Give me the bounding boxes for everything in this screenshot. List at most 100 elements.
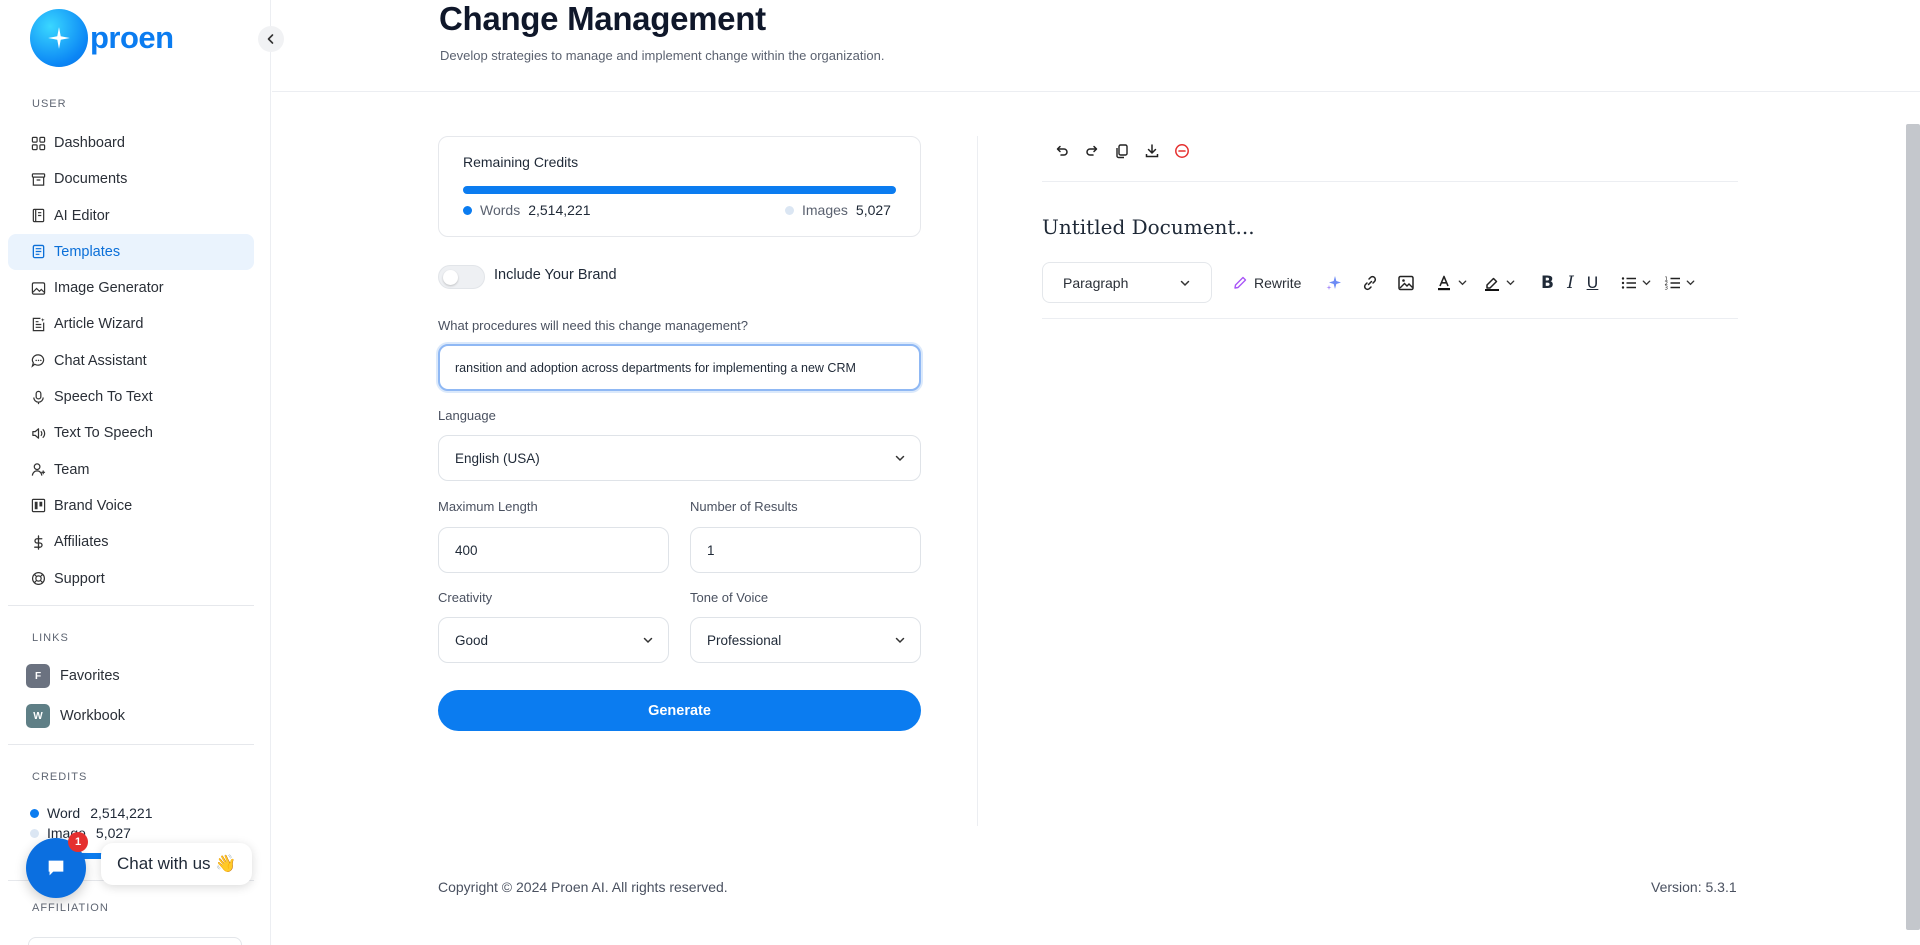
section-label-credits: CREDITS: [32, 771, 88, 783]
footer-version: Version: 5.3.1: [1651, 879, 1737, 895]
bullet-list-icon[interactable]: [1619, 271, 1639, 295]
sidebar-item-affiliates[interactable]: Affiliates: [8, 524, 254, 560]
max-length-label: Maximum Length: [438, 499, 538, 514]
credit-word-row: Word 2,514,221: [30, 805, 153, 821]
link-icon[interactable]: [1359, 271, 1381, 295]
procedures-label: What procedures will need this change ma…: [438, 318, 749, 333]
sidebar-item-dashboard[interactable]: Dashboard: [8, 125, 254, 161]
paragraph-style-value: Paragraph: [1063, 274, 1129, 291]
user-plus-icon: [30, 462, 46, 478]
delete-icon[interactable]: [1167, 140, 1197, 162]
language-select[interactable]: English (USA): [438, 435, 921, 481]
chevron-down-icon[interactable]: [1503, 271, 1517, 295]
images-label: Images: [802, 202, 848, 218]
sidebar-item-documents[interactable]: Documents: [8, 161, 254, 197]
sidebar-item-label: Templates: [54, 243, 121, 260]
chat-with-us-bubble[interactable]: Chat with us 👋: [101, 843, 253, 885]
max-length-input[interactable]: 400: [438, 527, 669, 573]
link-workbook[interactable]: W Workbook: [26, 704, 125, 728]
copy-icon[interactable]: [1107, 140, 1137, 162]
pencil-icon: [1234, 276, 1247, 289]
credits-card-title: Remaining Credits: [463, 154, 579, 170]
bold-icon[interactable]: B: [1537, 271, 1557, 295]
num-results-input[interactable]: 1: [690, 527, 921, 573]
sidebar-item-label: Documents: [54, 171, 128, 188]
chevron-down-icon[interactable]: [1455, 271, 1469, 295]
paragraph-style-select[interactable]: Paragraph: [1042, 262, 1212, 303]
remaining-credits-card: Remaining Credits Words 2,514,221 Images…: [438, 136, 921, 237]
text-color-icon[interactable]: [1433, 271, 1455, 295]
sidebar-item-label: Affiliates: [54, 534, 109, 551]
document-title[interactable]: Untitled Document...: [1042, 215, 1255, 239]
images-value: 5,027: [855, 202, 891, 218]
generate-button[interactable]: Generate: [438, 690, 921, 731]
sidebar-item-ai-editor[interactable]: AI Editor: [8, 198, 254, 234]
columns-icon: [30, 498, 46, 514]
footer-copyright: Copyright © 2024 Proen AI. All rights re…: [438, 879, 728, 895]
section-label-user: USER: [32, 98, 67, 110]
page-scrollbar[interactable]: [1906, 124, 1920, 930]
chevron-down-icon: [643, 637, 653, 644]
lifebuoy-icon: [30, 571, 46, 587]
collapse-sidebar-button[interactable]: [258, 26, 284, 52]
chevron-down-icon[interactable]: [1683, 271, 1697, 295]
rewrite-button[interactable]: Rewrite: [1232, 275, 1301, 291]
editor-divider: [1042, 318, 1738, 319]
sparkle-logo-icon: [30, 9, 88, 67]
workbook-badge: W: [26, 704, 50, 728]
ai-sparkle-icon[interactable]: [1323, 271, 1345, 295]
num-results-label: Number of Results: [690, 499, 798, 514]
book-icon: [30, 208, 46, 224]
sidebar-item-templates[interactable]: Templates: [8, 233, 254, 270]
creativity-value: Good: [455, 632, 489, 648]
sidebar-item-text-to-speech[interactable]: Text To Speech: [8, 415, 254, 451]
creativity-select[interactable]: Good: [438, 617, 669, 663]
link-favorites[interactable]: F Favorites: [26, 664, 120, 688]
format-toolbar: Paragraph Rewrite B I U 123: [1042, 262, 1697, 303]
grid-icon: [30, 135, 46, 151]
numbered-list-icon[interactable]: 123: [1663, 271, 1683, 295]
divider: [8, 744, 254, 745]
image-icon[interactable]: [1395, 271, 1417, 295]
undo-icon[interactable]: [1047, 140, 1077, 162]
page-subtitle: Develop strategies to manage and impleme…: [440, 48, 885, 63]
sidebar-item-label: AI Editor: [54, 207, 110, 224]
sidebar-item-brand-voice[interactable]: Brand Voice: [8, 488, 254, 524]
highlight-icon[interactable]: [1481, 271, 1503, 295]
include-brand-label: Include Your Brand: [494, 267, 617, 283]
chevron-down-icon: [895, 637, 905, 644]
chevron-down-icon[interactable]: [1639, 271, 1653, 295]
sidebar-item-label: Text To Speech: [54, 425, 153, 442]
download-icon[interactable]: [1137, 140, 1167, 162]
image-dot: [30, 828, 39, 838]
archive-icon: [30, 171, 46, 187]
procedures-input[interactable]: ransition and adoption across department…: [438, 344, 921, 391]
sidebar-item-label: Support: [54, 570, 105, 587]
tone-select[interactable]: Professional: [690, 617, 921, 663]
sidebar-item-image-generator[interactable]: Image Generator: [8, 270, 254, 306]
sidebar-item-article-wizard[interactable]: Article Wizard: [8, 306, 254, 342]
italic-icon[interactable]: I: [1561, 271, 1579, 295]
affiliation-box[interactable]: [28, 937, 242, 945]
credit-word-value: 2,514,221: [90, 805, 153, 821]
sidebar-item-chat-assistant[interactable]: Chat Assistant: [8, 343, 254, 379]
include-brand-toggle[interactable]: [438, 265, 485, 289]
underline-icon[interactable]: U: [1583, 271, 1601, 295]
sidebar-nav: Dashboard Documents AI Editor Templates Imag…: [8, 125, 254, 597]
sidebar-item-support[interactable]: Support: [8, 561, 254, 597]
sidebar-item-label: Chat Assistant: [54, 352, 147, 369]
words-label: Words: [480, 202, 521, 218]
sidebar-item-team[interactable]: Team: [8, 452, 254, 488]
sidebar-item-speech-to-text[interactable]: Speech To Text: [8, 379, 254, 415]
brand-logo[interactable]: proen: [30, 9, 174, 67]
editor-top-toolbar: [1047, 140, 1197, 162]
creativity-label: Creativity: [438, 590, 493, 605]
credits-progress-bar: [463, 186, 896, 194]
sidebar: proen USER Dashboard Documents AI Editor Te…: [0, 0, 271, 945]
rewrite-label: Rewrite: [1254, 274, 1302, 291]
chat-bubble-icon: [48, 860, 64, 876]
images-legend: Images 5,027: [785, 202, 891, 218]
redo-icon[interactable]: [1077, 140, 1107, 162]
editor-divider: [1042, 181, 1738, 182]
tone-value: Professional: [707, 632, 782, 648]
